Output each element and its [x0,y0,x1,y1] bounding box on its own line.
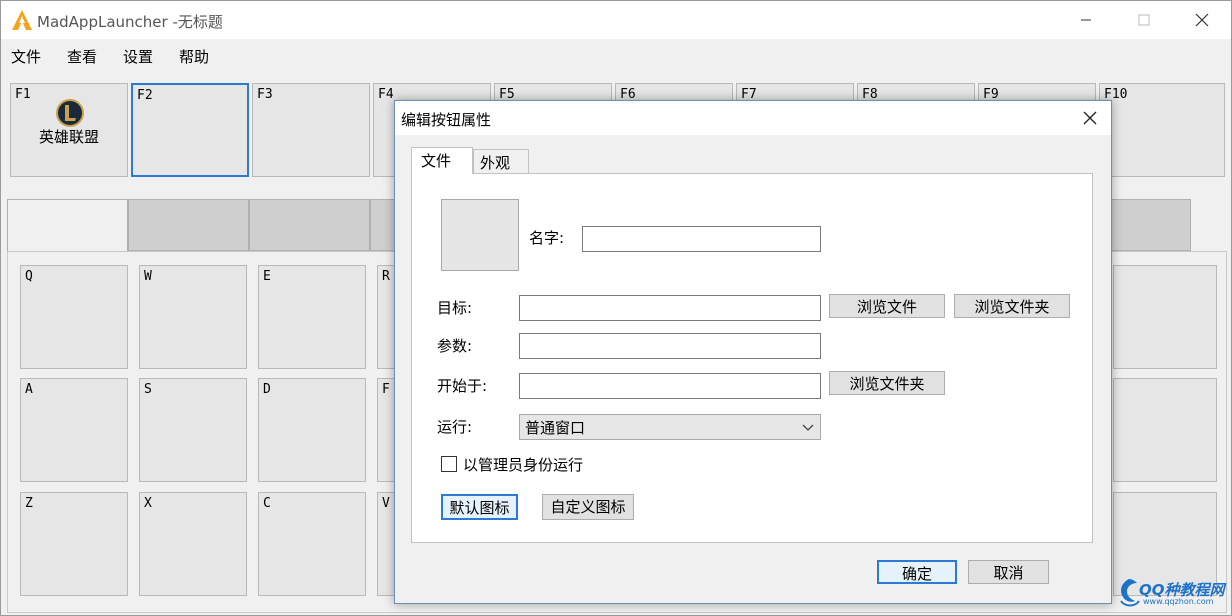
key-label: X [144,496,152,511]
close-window-button[interactable] [1173,1,1231,39]
fkey-label: F4 [378,87,394,102]
run-mode-select[interactable]: 普通窗口 [519,414,821,440]
tab-appearance[interactable]: 外观 [473,149,529,173]
minimize-icon [1081,19,1091,21]
key-w[interactable]: W [139,265,247,369]
key-label: S [144,382,152,397]
key-p[interactable] [1113,265,1217,369]
name-input[interactable] [582,226,821,252]
fkey-f10[interactable]: F10 [1099,83,1225,177]
run-label: 运行: [437,418,473,436]
cancel-button[interactable]: 取消 [968,560,1049,584]
tab-file[interactable]: 文件 [411,147,473,174]
run-as-admin-checkbox[interactable] [441,456,457,472]
browse-folder-button[interactable]: 浏览文件夹 [954,294,1070,318]
group-tab-3[interactable] [249,199,370,251]
args-label: 参数: [437,337,473,355]
key-label: V [382,496,390,511]
fkey-f2[interactable]: F2 [131,83,249,177]
key-label: C [263,496,271,511]
key-semicolon[interactable] [1113,378,1217,482]
key-q[interactable]: Q [20,265,128,369]
dialog-title-bar: 编辑按钮属性 [395,101,1111,135]
start-in-input[interactable] [519,373,821,399]
group-tab-1[interactable] [7,199,128,253]
maximize-icon [1138,14,1150,26]
fkey-f3[interactable]: F3 [252,83,370,177]
key-label: W [144,269,152,284]
key-label: Q [25,269,33,284]
fkey-f1[interactable]: F1 英雄联盟 [10,83,128,177]
key-label: E [263,269,271,284]
fkey-label: F2 [137,88,153,103]
menu-file[interactable]: 文件 [1,39,49,73]
key-label: D [263,382,271,397]
group-tab-2[interactable] [128,199,249,251]
target-input[interactable] [519,295,821,321]
key-z[interactable]: Z [20,492,128,596]
app-logo-icon [12,10,32,30]
key-label: Z [25,496,33,511]
close-icon [1195,13,1209,27]
run-as-admin-label: 以管理员身份运行 [463,456,584,474]
watermark-url: www.qqzhon.com [1143,597,1214,606]
minimize-button[interactable] [1057,1,1115,39]
menu-help[interactable]: 帮助 [169,39,217,73]
start-in-label: 开始于: [437,377,488,395]
maximize-button[interactable] [1115,1,1173,39]
file-tab-panel: 名字: 目标: 浏览文件 浏览文件夹 参数: 开始于: 浏览文件夹 运行: 普通… [411,173,1093,543]
app-name-label: 英雄联盟 [38,128,99,146]
league-of-legends-icon [56,99,84,127]
browse-file-button[interactable]: 浏览文件 [829,294,945,318]
custom-icon-button[interactable]: 自定义图标 [542,494,634,520]
key-c[interactable]: C [258,492,366,596]
ok-button[interactable]: 确定 [877,560,957,584]
title-bar: MadAppLauncher -无标题 [1,1,1231,39]
chevron-down-icon [802,424,814,431]
key-label: R [382,269,390,284]
fkey-label: F1 [15,87,31,102]
dialog-title: 编辑按钮属性 [401,111,492,129]
menu-view[interactable]: 查看 [57,39,105,73]
default-icon-button[interactable]: 默认图标 [441,494,518,520]
fkey-label: F3 [257,87,273,102]
edit-button-dialog: 编辑按钮属性 文件 外观 名字: 目标: 浏览文件 浏览文件夹 参数: 开始于:… [394,100,1112,604]
key-label: A [25,382,33,397]
menu-settings[interactable]: 设置 [113,39,161,73]
watermark: QQ种教程网 www.qqzhon.com [1113,575,1231,613]
browse-start-folder-button[interactable]: 浏览文件夹 [829,371,945,395]
run-mode-value: 普通窗口 [525,419,586,437]
key-a[interactable]: A [20,378,128,482]
key-d[interactable]: D [258,378,366,482]
icon-preview[interactable] [441,199,519,271]
args-input[interactable] [519,333,821,359]
group-tab-10[interactable] [1106,199,1191,251]
target-label: 目标: [437,299,473,317]
menu-bar: 文件 查看 设置 帮助 [1,39,1231,73]
key-s[interactable]: S [139,378,247,482]
close-icon[interactable] [1079,107,1101,129]
key-label: F [382,382,390,397]
key-x[interactable]: X [139,492,247,596]
name-label: 名字: [529,229,565,247]
key-e[interactable]: E [258,265,366,369]
window-title: MadAppLauncher -无标题 [37,13,223,31]
